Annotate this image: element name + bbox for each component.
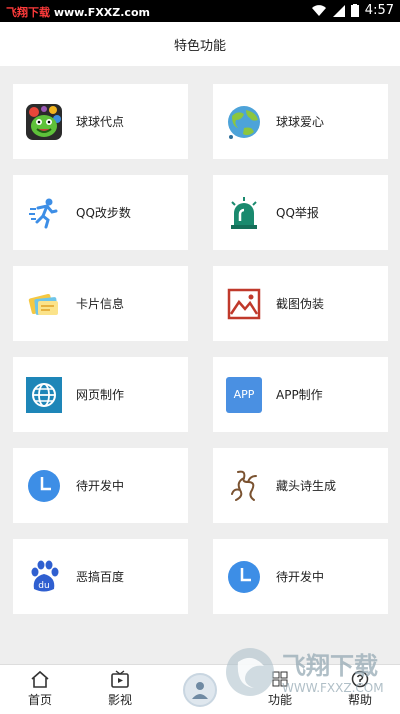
feature-card-ball-click[interactable]: 球球代点 [13,84,188,159]
tab-home[interactable]: 首页 [10,669,70,708]
feature-card-acrostic-poem[interactable]: 藏头诗生成 [213,448,388,523]
fxxz-watermark: 飞翔下载 WWW.FXXZ.COM [220,640,400,710]
feature-card-screenshot-fake[interactable]: 截图伪装 [213,266,388,341]
feature-label: QQ改步数 [76,206,131,220]
page-title: 特色功能 [173,38,226,54]
feature-label: 藏头诗生成 [276,479,337,493]
tab-video-label: 影视 [107,693,132,707]
watermark-prefix: 飞翔下载 [6,6,50,19]
feature-card-pending-2[interactable]: 待开发中 [213,539,388,614]
picture-frame-icon [226,286,262,322]
signal-icon [332,4,345,17]
feature-label: 截图伪装 [276,297,325,311]
feature-label: 待开发中 [276,570,325,584]
watermark-url: WWW.FXXZ.COM [282,681,384,695]
app-badge-text: APP [233,388,255,401]
wifi-icon [311,4,326,16]
feature-label: 球球爱心 [276,115,325,129]
web-globe-icon [26,376,62,413]
tv-play-icon [111,670,129,688]
feature-label: APP制作 [276,388,323,402]
feature-label: 网页制作 [76,388,125,402]
globe-icon [226,104,262,140]
battery-icon [350,4,359,17]
feature-label: 恶搞百度 [76,570,125,584]
feature-card-ball-love[interactable]: 球球爱心 [213,84,388,159]
feature-grid: 球球代点 球球爱心 QQ改步数 QQ举报 卡片信息 截图伪装 网页制作 APP … [13,84,388,614]
status-bar: 飞翔下载 www.FXXZ.com 4:57 [0,0,400,22]
feature-card-prank-baidu[interactable]: du 恶搞百度 [13,539,188,614]
running-person-icon [26,195,62,231]
green-monster-app-icon [26,103,62,140]
app-badge-icon: APP [226,376,262,413]
feature-card-pending-1[interactable]: 待开发中 [13,448,188,523]
clock-icon [226,559,262,595]
feature-card-web-make[interactable]: 网页制作 [13,357,188,432]
feature-card-qq-report[interactable]: QQ举报 [213,175,388,250]
feature-label: QQ举报 [276,206,319,220]
baidu-paw-icon: du [26,559,62,595]
feature-card-card-info[interactable]: 卡片信息 [13,266,188,341]
cards-icon [26,286,62,322]
home-icon [31,670,49,688]
clock-time: 4:57 [364,3,394,18]
watermark-url: www.FXXZ.com [53,6,150,19]
feature-label: 待开发中 [76,479,125,493]
status-icons: 4:57 [311,3,394,18]
watermark-title: 飞翔下载 [282,652,378,680]
baidu-paw-text: du [38,581,49,591]
feature-card-app-make[interactable]: APP APP制作 [213,357,388,432]
feature-label: 球球代点 [76,115,125,129]
page-header: 特色功能 [0,22,400,67]
status-watermark: 飞翔下载 www.FXXZ.com [6,4,150,20]
tab-home-label: 首页 [27,693,52,707]
user-avatar-icon [192,682,208,699]
clock-icon [26,468,62,504]
tab-video[interactable]: 影视 [90,669,150,708]
alarm-siren-icon [226,195,262,231]
avatar-button[interactable] [183,673,217,707]
feature-panel: 球球代点 球球爱心 QQ改步数 QQ举报 卡片信息 截图伪装 网页制作 APP … [0,66,400,664]
feature-card-qq-steps[interactable]: QQ改步数 [13,175,188,250]
calligraphy-icon [226,468,262,504]
feature-label: 卡片信息 [76,297,125,311]
